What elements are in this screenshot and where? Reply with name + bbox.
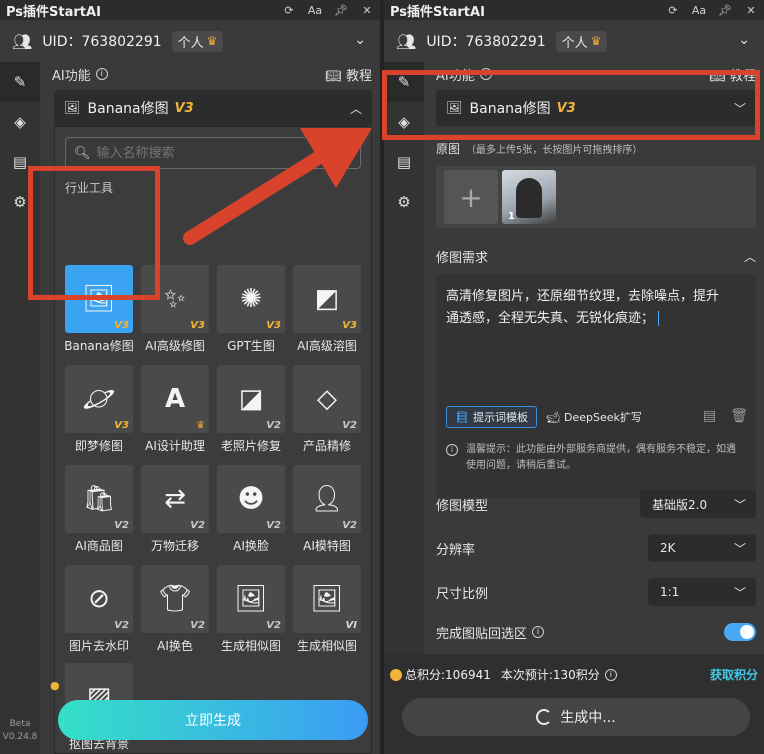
arrow-shaft: [183, 151, 325, 245]
annotation-arrow: [183, 128, 372, 245]
